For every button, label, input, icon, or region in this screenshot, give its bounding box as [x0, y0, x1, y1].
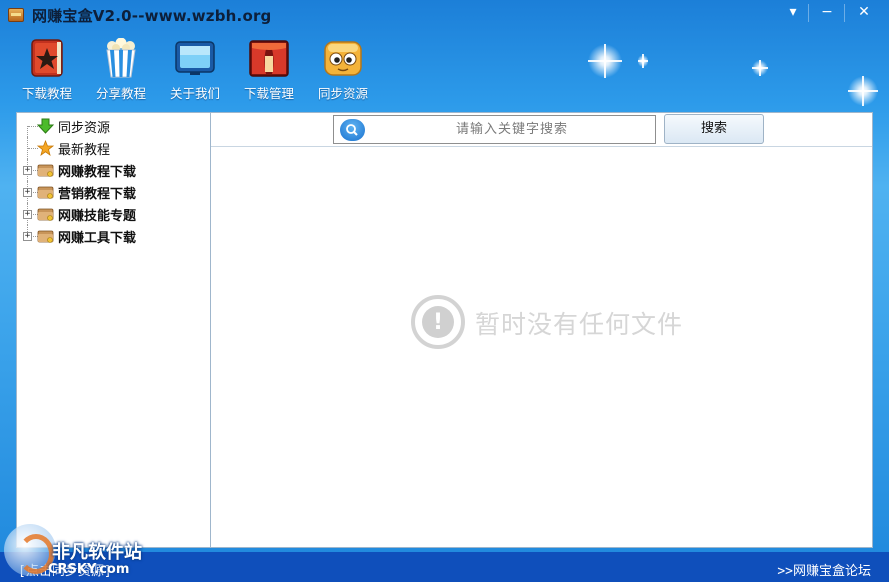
title-separator — [808, 4, 809, 22]
sparkle-decoration — [848, 76, 878, 106]
tree-item-sync-resources[interactable]: 同步资源 — [17, 115, 207, 137]
close-button[interactable]: ✕ — [849, 2, 879, 24]
watermark-en-text: CRSKY.com — [48, 562, 130, 577]
popcorn-icon — [106, 38, 136, 78]
sparkle-decoration — [638, 54, 648, 68]
title-separator — [844, 4, 845, 22]
stage-curtain-icon — [249, 40, 289, 77]
sparkle-decoration — [588, 44, 622, 78]
toolbar-label: 关于我们 — [169, 86, 220, 101]
warning-icon-fill: ! — [422, 306, 454, 338]
expand-toggle[interactable]: + — [23, 166, 32, 175]
folder-icon — [37, 164, 54, 177]
search-box — [333, 115, 656, 144]
tree-item-label: 网赚教程下载 — [58, 165, 137, 180]
book-star-icon — [31, 39, 63, 77]
folder-icon — [37, 208, 54, 221]
forum-link[interactable]: >>网赚宝盒论坛 — [777, 560, 871, 579]
empty-state: ! 暂时没有任何文件 — [411, 293, 701, 353]
tree-item-wangzhuan-tutorials[interactable]: + 网赚教程下载 — [17, 159, 207, 181]
expand-toggle[interactable]: + — [23, 188, 32, 197]
folder-icon — [37, 186, 54, 199]
warning-icon: ! — [411, 295, 465, 349]
tree-item-label: 同步资源 — [58, 121, 111, 136]
toolbar-label: 下载教程 — [21, 86, 72, 101]
toolbar-download-tutorials-button[interactable]: 下载教程 — [10, 36, 84, 102]
toolbar-sync-resources-button[interactable]: 同步资源 — [306, 36, 380, 102]
window-title: 网赚宝盒V2.0--www.wzbh.org — [32, 7, 272, 25]
toolbar-about-us-button[interactable]: 关于我们 — [158, 36, 232, 102]
warning-glyph: ! — [432, 310, 444, 335]
menu-dropdown-button[interactable]: ▾ — [778, 2, 808, 24]
app-window: 网赚宝盒V2.0--www.wzbh.org ▾ − ✕ 下载教程 分享教程 关… — [0, 0, 889, 582]
search-bar: 搜索 — [211, 113, 872, 147]
search-icon[interactable] — [340, 119, 365, 141]
tree-item-marketing-tutorials[interactable]: + 营销教程下载 — [17, 181, 207, 203]
tree-item-latest-tutorials[interactable]: 最新教程 — [17, 137, 207, 159]
search-input[interactable] — [374, 117, 650, 142]
toolbar-share-tutorials-button[interactable]: 分享教程 — [84, 36, 158, 102]
toolbar-label: 下载管理 — [243, 86, 294, 101]
title-bar: 网赚宝盒V2.0--www.wzbh.org ▾ − ✕ — [0, 0, 889, 30]
tree-line — [27, 126, 28, 137]
toolbar-download-manager-button[interactable]: 下载管理 — [232, 36, 306, 102]
minimize-button[interactable]: − — [812, 2, 842, 24]
expand-toggle[interactable]: + — [23, 210, 32, 219]
tree-item-label: 网赚技能专题 — [58, 209, 137, 224]
search-button[interactable]: 搜索 — [664, 114, 764, 144]
main-toolbar: 下载教程 分享教程 关于我们 下载管理 同步资源 — [10, 36, 380, 102]
tree-item-label: 最新教程 — [58, 143, 111, 158]
site-watermark: 非凡软件站 CRSKY.com — [0, 520, 162, 582]
watermark-cn-text: 非凡软件站 — [52, 542, 142, 563]
cartoon-face-icon — [324, 41, 362, 76]
toolbar-label: 分享教程 — [95, 86, 146, 101]
monitor-icon — [175, 41, 215, 75]
content-panel: 搜索 ! 暂时没有任何文件 — [211, 112, 873, 548]
category-tree: 同步资源 最新教程 + 网赚教程下载 + 营销教程下载 + 网赚技能专题 + 网… — [16, 112, 211, 548]
green-down-arrow-icon — [37, 118, 54, 134]
star-icon — [37, 140, 54, 156]
tree-item-skills-topics[interactable]: + 网赚技能专题 — [17, 203, 207, 225]
app-icon — [8, 8, 24, 22]
sparkle-decoration — [752, 60, 768, 76]
tree-item-label: 营销教程下载 — [58, 187, 137, 202]
tree-item-label: 网赚工具下载 — [58, 231, 137, 246]
empty-message: 暂时没有任何文件 — [475, 310, 684, 339]
tree-item-tools-download[interactable]: + 网赚工具下载 — [17, 225, 207, 247]
expand-toggle[interactable]: + — [23, 232, 32, 241]
folder-icon — [37, 230, 54, 243]
toolbar-label: 同步资源 — [317, 86, 368, 101]
